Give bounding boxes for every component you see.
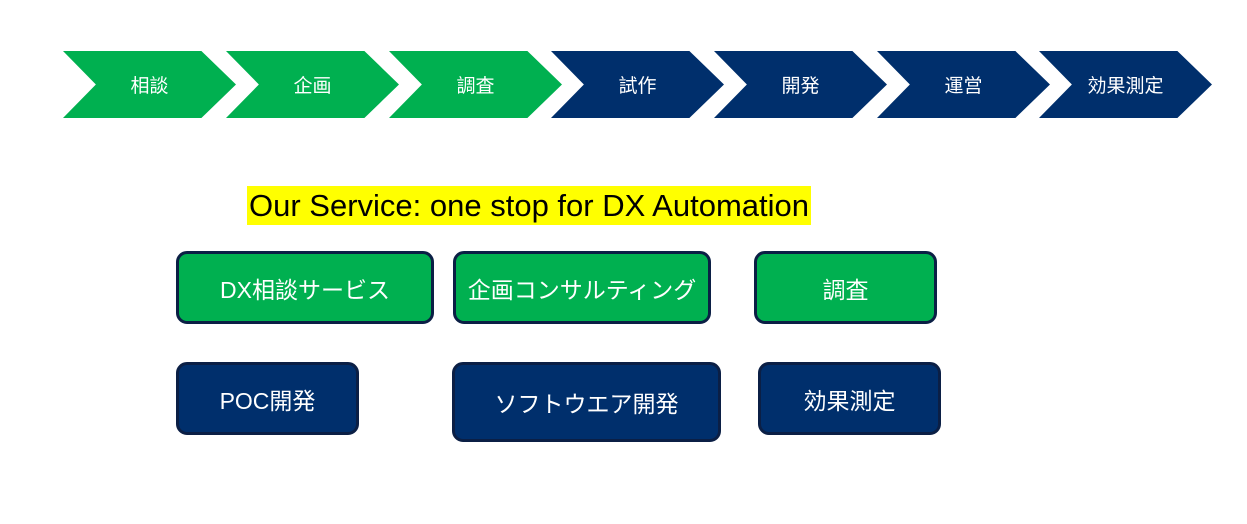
process-step-prototype: 試作: [551, 51, 724, 118]
process-step-planning: 企画: [226, 51, 399, 118]
process-step-consultation: 相談: [63, 51, 236, 118]
service-effect-measurement: 効果測定: [758, 362, 941, 435]
service-planning-consulting: 企画コンサルティング: [453, 251, 711, 324]
service-poc-development: POC開発: [176, 362, 359, 435]
process-step-development: 開発: [714, 51, 887, 118]
service-research: 調査: [754, 251, 937, 324]
process-step-operation: 運営: [877, 51, 1050, 118]
service-dx-consultation: DX相談サービス: [176, 251, 434, 324]
process-step-measurement: 効果測定: [1039, 51, 1212, 118]
service-title: Our Service: one stop for DX Automation: [247, 186, 811, 225]
process-step-research: 調査: [389, 51, 562, 118]
service-software-development: ソフトウエア開発: [452, 362, 721, 442]
